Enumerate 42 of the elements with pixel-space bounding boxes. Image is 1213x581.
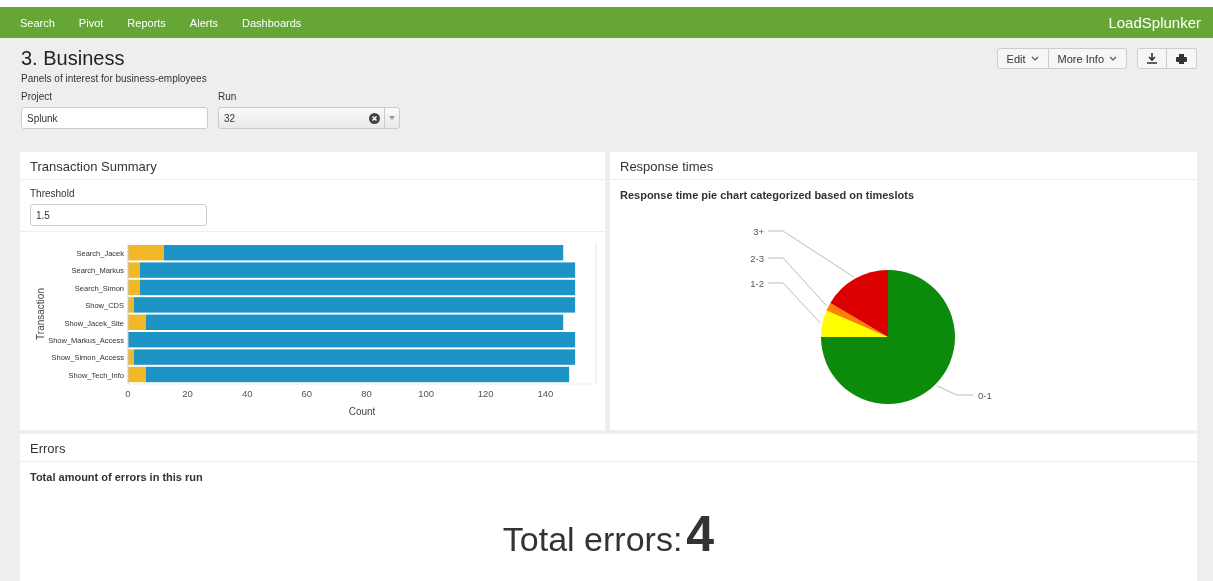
slice-label: 0-1 [978, 390, 992, 401]
leader-line [936, 385, 974, 396]
metric-value: 4 [686, 505, 715, 563]
tick-label: 100 [418, 388, 434, 399]
dashboard-description: Panels of interest for business-employees [21, 73, 207, 84]
panel-title: Errors [20, 434, 1197, 462]
tick-label: 40 [241, 388, 253, 399]
leader-line [767, 282, 821, 324]
panel-title: Response times [610, 152, 1197, 180]
tick-label: 0 [125, 388, 131, 399]
axis-title: Count [348, 406, 376, 417]
slice-label: 2-3 [750, 253, 764, 264]
axis-title: Transaction [35, 288, 46, 340]
panel-subtitle: Response time pie chart categorized based on timeslots [619, 188, 916, 201]
input-label: Threshold [30, 188, 76, 199]
input-label: Run [218, 91, 238, 102]
panel-title: Transaction Summary [20, 152, 605, 180]
input-label: Project [21, 91, 54, 102]
caret-icon [1030, 56, 1039, 61]
dashboard-title: 3. Business [21, 47, 126, 70]
panel-subtitle: Total amount of errors in this run [29, 470, 204, 483]
slice-label: 3+ [753, 226, 764, 237]
caret-icon [1109, 56, 1117, 61]
tick-label: 140 [537, 388, 554, 399]
tick-label: 80 [361, 388, 372, 399]
download-button[interactable] [1137, 48, 1167, 69]
slice-label: 1-2 [750, 278, 764, 289]
select-field[interactable]: 32 [218, 107, 400, 129]
download-icon [1147, 53, 1157, 64]
tick-label: 120 [477, 388, 494, 399]
caret-icon [389, 116, 395, 120]
dropdown-button[interactable]: Edit [996, 48, 1049, 69]
clear-icon[interactable] [369, 112, 380, 124]
text-field[interactable]: 1.5 [30, 204, 207, 226]
printer-icon [1176, 53, 1187, 64]
text-field[interactable]: Splunk [21, 107, 208, 129]
brand-name: LoadSplunker [1108, 14, 1201, 31]
tick-label: 60 [301, 388, 313, 399]
dropdown-button[interactable]: More Info [1048, 48, 1127, 69]
print-button[interactable] [1167, 48, 1197, 69]
tick-label: 20 [182, 388, 193, 399]
metric-label: Total errors: [502, 520, 683, 559]
